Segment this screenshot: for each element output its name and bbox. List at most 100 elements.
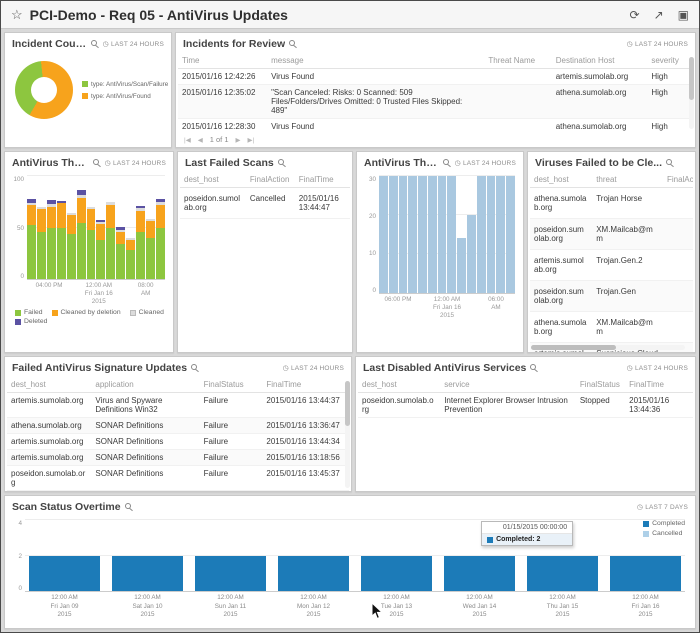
last-page-button[interactable]: ▶| <box>247 136 254 144</box>
table-row[interactable]: athena.sumolab.orgSONAR DefinitionsFailu… <box>7 418 349 434</box>
column-header[interactable]: Threat Name <box>484 53 551 69</box>
bar[interactable] <box>87 176 96 279</box>
column-header[interactable]: FinalTime <box>625 377 693 393</box>
table-row[interactable]: poseidon.sumolab.orgInternet Explorer Br… <box>358 393 693 418</box>
panel-title[interactable]: Last Failed Scans <box>185 157 274 169</box>
search-icon[interactable] <box>278 159 284 165</box>
bar[interactable] <box>278 520 349 591</box>
bar[interactable] <box>447 176 456 293</box>
bar[interactable] <box>418 176 427 293</box>
column-header[interactable]: FinalStatus <box>200 377 263 393</box>
table-head: TimemessageThreat NameDestination Hostse… <box>178 53 693 69</box>
column-header[interactable]: Destination Host <box>552 53 648 69</box>
bar[interactable] <box>428 176 437 293</box>
bar[interactable] <box>116 176 125 279</box>
bar[interactable] <box>195 520 266 591</box>
column-header[interactable]: severity <box>647 53 693 69</box>
table-row[interactable]: poseidon.sumolab.orgTrojan.Gen <box>530 281 693 312</box>
column-header[interactable]: dest_host <box>358 377 440 393</box>
column-header[interactable]: Time <box>178 53 267 69</box>
column-header[interactable]: FinalAct <box>663 172 693 188</box>
table-row[interactable]: artemis.sumolab.orgSONAR DefinitionsFail… <box>7 434 349 450</box>
search-icon[interactable] <box>125 503 131 509</box>
bar[interactable] <box>106 176 115 279</box>
bar[interactable] <box>506 176 515 293</box>
search-icon[interactable] <box>191 364 197 370</box>
table-row[interactable]: 2015/01/16 12:35:02"Scan Canceled: Risks… <box>178 85 693 119</box>
panel-title[interactable]: Incidents for Review <box>183 38 285 50</box>
refresh-icon[interactable]: ⟳ <box>630 8 640 22</box>
panel-title[interactable]: Last Disabled AntiVirus Services <box>363 362 526 374</box>
bar[interactable] <box>610 520 681 591</box>
bar[interactable] <box>457 176 466 293</box>
more-options-icon[interactable]: ▣ <box>678 8 689 22</box>
column-header[interactable]: FinalStatus <box>576 377 625 393</box>
table-row[interactable]: 2015/01/16 12:28:30Virus Foundathena.sum… <box>178 119 693 134</box>
bar[interactable] <box>57 176 66 279</box>
panel-title[interactable]: Scan Status Overtime <box>12 501 121 513</box>
scrollbar-thumb[interactable] <box>531 345 616 350</box>
table-row[interactable]: poseidon.sumolab.orgXM.Mailcab@mm <box>530 219 693 250</box>
table-row[interactable]: artemis.sumolab.orgTrojan.Gen.2 <box>530 250 693 281</box>
next-page-button[interactable]: ▶ <box>235 136 240 144</box>
column-header[interactable]: FinalTime <box>262 377 349 393</box>
bar[interactable] <box>146 176 155 279</box>
table-row[interactable]: poseidon.sumolab.orgSONAR DefinitionsFai… <box>7 466 349 491</box>
bar[interactable] <box>96 176 105 279</box>
favorite-star-icon[interactable]: ☆ <box>11 7 23 23</box>
bar[interactable] <box>399 176 408 293</box>
scrollbar-thumb[interactable] <box>689 57 694 100</box>
column-header[interactable]: dest_host <box>180 172 246 188</box>
expand-icon[interactable]: ↗ <box>654 8 664 22</box>
search-icon[interactable] <box>666 159 672 165</box>
table-row[interactable]: athena.sumolab.orgRevocation DataFailure… <box>7 491 349 492</box>
panel-title[interactable]: Failed AntiVirus Signature Updates <box>12 362 187 374</box>
bar[interactable] <box>156 176 165 279</box>
bar[interactable] <box>438 176 447 293</box>
column-header[interactable]: message <box>267 53 484 69</box>
bar[interactable] <box>27 176 36 279</box>
search-icon[interactable] <box>91 40 97 46</box>
search-icon[interactable] <box>443 159 449 165</box>
panel-title[interactable]: Incident Count by Clas... <box>12 38 87 50</box>
column-header[interactable]: dest_host <box>530 172 592 188</box>
bar[interactable] <box>361 520 432 591</box>
table-row[interactable]: 2015/01/16 12:42:26Virus Foundartemis.su… <box>178 69 693 85</box>
search-icon[interactable] <box>93 159 99 165</box>
search-icon[interactable] <box>289 40 295 46</box>
column-header[interactable]: FinalAction <box>246 172 295 188</box>
column-header[interactable]: service <box>440 377 576 393</box>
bar[interactable] <box>408 176 417 293</box>
table-row[interactable]: athena.sumolab.orgTrojan Horse <box>530 188 693 219</box>
bar[interactable] <box>77 176 86 279</box>
table-row[interactable]: poseidon.sumolab.orgCancelled2015/01/16 … <box>180 188 350 219</box>
table-row[interactable]: artemis.sumolab.orgVirus and Spyware Def… <box>7 393 349 418</box>
bar[interactable] <box>47 176 56 279</box>
scrollbar-thumb[interactable] <box>345 381 350 426</box>
panel-title[interactable]: AntiVirus Threats Faile... <box>364 157 439 169</box>
search-icon[interactable] <box>530 364 536 370</box>
bar[interactable] <box>477 176 486 293</box>
column-header[interactable]: application <box>91 377 199 393</box>
table-row[interactable]: artemis.sumolab.orgSONAR DefinitionsFail… <box>7 450 349 466</box>
bar[interactable] <box>496 176 505 293</box>
bar[interactable] <box>37 176 46 279</box>
prev-page-button[interactable]: ◀ <box>198 136 203 144</box>
panel-title[interactable]: AntiVirus Threat Status <box>12 157 89 169</box>
bar[interactable] <box>487 176 496 293</box>
column-header[interactable]: threat <box>592 172 663 188</box>
bar[interactable] <box>126 176 135 279</box>
bar[interactable] <box>29 520 100 591</box>
donut[interactable] <box>15 61 73 119</box>
bar[interactable] <box>467 176 476 293</box>
column-header[interactable]: FinalTime <box>295 172 350 188</box>
table-row[interactable]: athena.sumolab.orgXM.Mailcab@mm <box>530 312 693 343</box>
bar[interactable] <box>136 176 145 279</box>
bar[interactable] <box>67 176 76 279</box>
bar[interactable] <box>389 176 398 293</box>
panel-title[interactable]: Viruses Failed to be Cle... <box>535 157 662 169</box>
first-page-button[interactable]: |◀ <box>184 136 191 144</box>
column-header[interactable]: dest_host <box>7 377 91 393</box>
bar[interactable] <box>112 520 183 591</box>
bar[interactable] <box>379 176 388 293</box>
